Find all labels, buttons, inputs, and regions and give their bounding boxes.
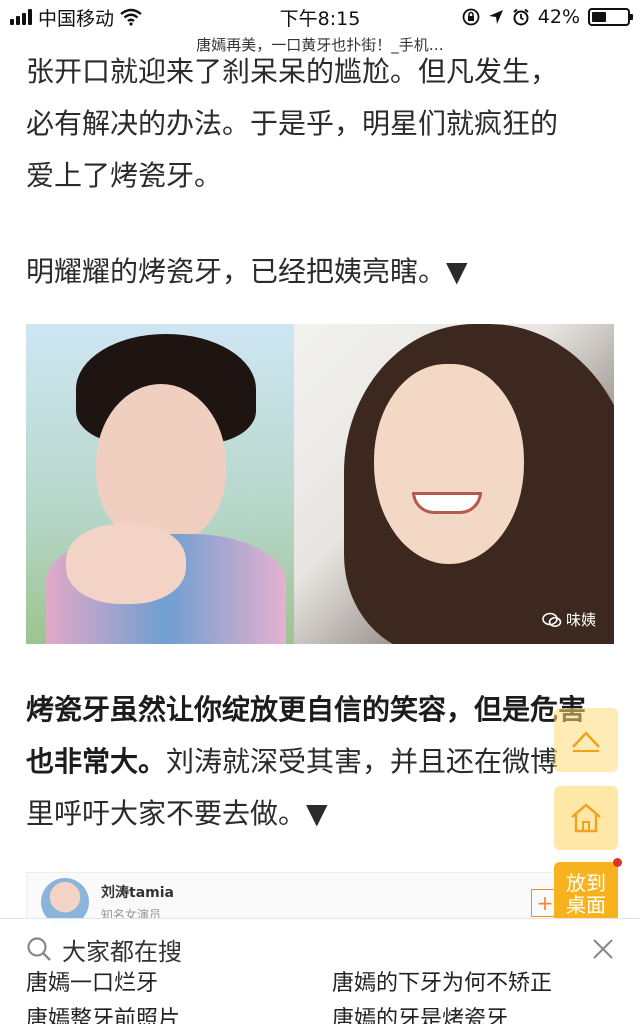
chevron-up-icon: [572, 731, 600, 752]
weibo-name: 刘涛tamia: [101, 884, 174, 901]
signal-icon: [10, 9, 32, 25]
location-icon: [488, 10, 503, 24]
suggestion-item[interactable]: 唐嫣的下牙为何不矫正: [332, 969, 638, 1001]
photo-right-portrait: 味姨: [294, 324, 614, 644]
status-bar: 中国移动 下午8:15 42%: [0, 0, 640, 34]
carrier-label: 中国移动: [38, 7, 115, 30]
home-icon: [571, 803, 601, 833]
notification-dot: [613, 858, 622, 867]
photo-smile: [412, 492, 482, 514]
back-to-top-button[interactable]: [554, 708, 618, 772]
status-left: 中国移动: [10, 4, 142, 31]
search-suggestion-panel: 大家都在搜 唐嫣一口烂牙 唐嫣的下牙为何不矫正 唐嫣整牙前照片 唐嫣的牙是烤瓷牙: [0, 918, 640, 1024]
wechat-icon: [542, 612, 562, 627]
photo-left-costume: [26, 324, 294, 644]
search-heading: 大家都在搜: [62, 937, 182, 966]
weibo-info: 刘涛tamia 知名女演员: [101, 882, 174, 923]
suggestion-list: 唐嫣一口烂牙 唐嫣的下牙为何不矫正 唐嫣整牙前照片 唐嫣的牙是烤瓷牙: [0, 969, 640, 1024]
article-body-lower: 烤瓷牙虽然让你绽放更自信的笑容，但是危害也非常大。刘涛就深受其害，并且还在微博里…: [26, 684, 586, 840]
lock-rotation-icon: [462, 8, 480, 26]
watermark-text: 味姨: [565, 611, 596, 629]
article-line: 必有解决的办法。于是乎，明星们就疯狂的: [26, 107, 559, 140]
article-line: 明耀耀的烤瓷牙，已经把姨亮瞎。▼: [26, 255, 468, 288]
add-to-desktop-button[interactable]: 放到 桌面: [554, 858, 622, 926]
article-body: 张开口就迎来了刹呆呆的尴尬。但凡发生， 必有解决的办法。于是乎，明星们就疯狂的 …: [26, 46, 616, 298]
close-button[interactable]: [588, 934, 618, 964]
photo-hands: [66, 524, 186, 604]
alarm-icon: [513, 8, 529, 26]
battery-icon: [588, 8, 633, 26]
suggestion-item[interactable]: 唐嫣的牙是烤瓷牙: [332, 1005, 638, 1024]
desktop-label-line1: 放到: [566, 871, 606, 895]
article-photo[interactable]: 味姨: [26, 324, 614, 644]
close-icon: [593, 939, 613, 959]
battery-level: [592, 12, 607, 22]
home-button[interactable]: [554, 786, 618, 850]
status-right: 42%: [462, 6, 633, 28]
photo-face: [96, 384, 226, 544]
photo-face: [374, 364, 524, 564]
search-row: 大家都在搜: [0, 919, 640, 969]
suggestion-item[interactable]: 唐嫣整牙前照片: [26, 1005, 332, 1024]
wifi-icon: [120, 8, 142, 26]
search-icon: [27, 937, 51, 961]
desktop-label-line2: 桌面: [566, 893, 606, 917]
battery-percent: 42%: [537, 6, 580, 28]
photo-watermark: 味姨: [542, 609, 596, 630]
suggestion-item[interactable]: 唐嫣一口烂牙: [26, 969, 332, 1001]
article-line: 爱上了烤瓷牙。: [26, 159, 223, 192]
article-line-cut: 张开口就迎来了刹呆呆的尴尬。但凡发生，: [26, 55, 559, 88]
